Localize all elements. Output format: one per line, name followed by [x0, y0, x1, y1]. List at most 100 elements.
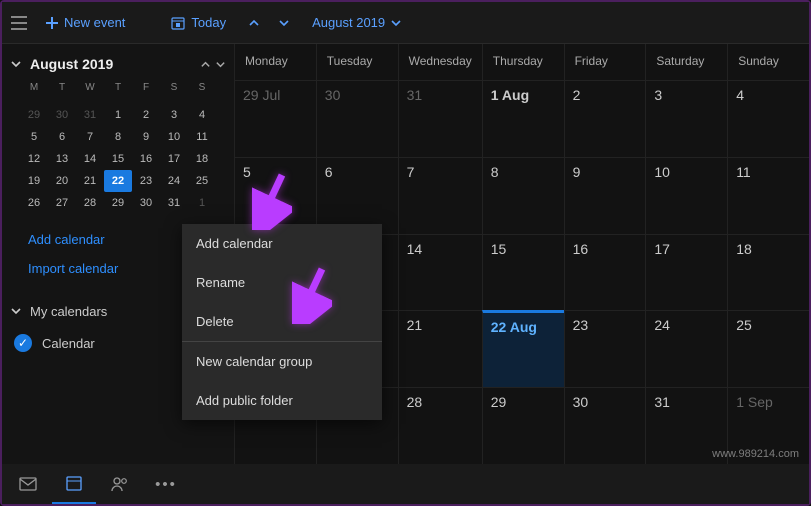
prev-button[interactable] [242, 11, 266, 35]
calendar-cell[interactable]: 25 [727, 310, 809, 387]
calendar-cell[interactable]: 8 [482, 157, 564, 234]
people-nav-button[interactable] [98, 464, 142, 504]
mini-day[interactable]: 16 [132, 148, 160, 170]
mini-day[interactable]: 11 [188, 126, 216, 148]
calendar-cell[interactable]: 15 [482, 234, 564, 311]
calendar-cell[interactable]: 22 Aug [482, 310, 564, 387]
calendar-cell[interactable]: 31 [645, 387, 727, 464]
mini-calendar[interactable]: MTWTFSS293031123456789101112131415161718… [10, 82, 226, 214]
annotation-arrow-1 [252, 170, 292, 230]
mini-prev-button[interactable] [200, 59, 211, 70]
calendar-cell[interactable]: 4 [727, 80, 809, 157]
calendar-cell[interactable]: 30 [564, 387, 646, 464]
mini-day[interactable]: 5 [20, 126, 48, 148]
chevron-down-icon[interactable] [10, 58, 22, 70]
day-header: Wednesday [398, 44, 482, 80]
new-event-button[interactable]: New event [36, 9, 135, 36]
mini-day[interactable]: 31 [160, 192, 188, 214]
mini-next-button[interactable] [215, 59, 226, 70]
calendar-cell[interactable]: 16 [564, 234, 646, 311]
calendar-cell[interactable]: 17 [645, 234, 727, 311]
plus-icon [46, 17, 58, 29]
mini-day[interactable]: 29 [104, 192, 132, 214]
mini-day[interactable]: 30 [48, 104, 76, 126]
calendar-cell[interactable]: 10 [645, 157, 727, 234]
calendar-name-label: Calendar [42, 336, 95, 351]
day-header: Monday [234, 44, 316, 80]
calendar-cell[interactable]: 14 [398, 234, 482, 311]
period-selector[interactable]: August 2019 [302, 9, 411, 36]
mini-day[interactable]: 30 [132, 192, 160, 214]
calendar-cell[interactable]: 29 [482, 387, 564, 464]
chevron-down-icon[interactable] [10, 305, 22, 317]
calendar-checked-icon[interactable]: ✓ [14, 334, 32, 352]
calendar-cell[interactable]: 2 [564, 80, 646, 157]
mini-day[interactable]: 18 [188, 148, 216, 170]
cm-add-public-folder[interactable]: Add public folder [182, 381, 382, 420]
period-label: August 2019 [312, 15, 385, 30]
mini-day[interactable]: 2 [132, 104, 160, 126]
more-nav-button[interactable]: ••• [144, 464, 188, 504]
next-button[interactable] [272, 11, 296, 35]
mini-day[interactable]: 3 [160, 104, 188, 126]
calendar-cell[interactable]: 24 [645, 310, 727, 387]
calendar-cell[interactable]: 28 [398, 387, 482, 464]
calendar-group-label[interactable]: My calendars [30, 304, 107, 319]
calendar-cell[interactable]: 7 [398, 157, 482, 234]
mini-day[interactable]: 6 [48, 126, 76, 148]
day-header: Friday [564, 44, 646, 80]
mini-day[interactable]: 23 [132, 170, 160, 192]
calendar-cell[interactable]: 9 [564, 157, 646, 234]
new-event-label: New event [64, 15, 125, 30]
calendar-cell[interactable]: 29 Jul [234, 80, 316, 157]
calendar-cell[interactable]: 1 Aug [482, 80, 564, 157]
calendar-cell[interactable]: 21 [398, 310, 482, 387]
calendar-cell[interactable]: 23 [564, 310, 646, 387]
mini-day[interactable]: 7 [76, 126, 104, 148]
calendar-cell[interactable]: 1 Sep [727, 387, 809, 464]
mini-day[interactable]: 26 [20, 192, 48, 214]
mini-day[interactable]: 31 [76, 104, 104, 126]
mini-day[interactable]: 20 [48, 170, 76, 192]
mini-dow-header: T [48, 82, 76, 104]
today-button[interactable]: Today [161, 9, 236, 36]
mini-day[interactable]: 12 [20, 148, 48, 170]
mini-day[interactable]: 9 [132, 126, 160, 148]
mini-day[interactable]: 17 [160, 148, 188, 170]
mini-day[interactable]: 19 [20, 170, 48, 192]
menu-icon[interactable] [8, 12, 30, 34]
chevron-down-icon [391, 18, 401, 28]
context-menu: Add calendar Rename Delete New calendar … [182, 224, 382, 420]
cm-rename[interactable]: Rename [182, 263, 382, 302]
mini-day[interactable]: 29 [20, 104, 48, 126]
mail-nav-button[interactable] [6, 464, 50, 504]
mini-day[interactable]: 14 [76, 148, 104, 170]
cm-new-group[interactable]: New calendar group [182, 342, 382, 381]
mini-day[interactable]: 1 [104, 104, 132, 126]
mini-day[interactable]: 15 [104, 148, 132, 170]
calendar-cell[interactable]: 18 [727, 234, 809, 311]
mini-day[interactable]: 22 [104, 170, 132, 192]
mini-day[interactable]: 8 [104, 126, 132, 148]
ellipsis-icon: ••• [155, 476, 177, 493]
calendar-cell[interactable]: 3 [645, 80, 727, 157]
calendar-cell[interactable]: 11 [727, 157, 809, 234]
mini-day[interactable]: 24 [160, 170, 188, 192]
mini-day[interactable]: 13 [48, 148, 76, 170]
mini-day[interactable]: 28 [76, 192, 104, 214]
mini-calendar-title: August 2019 [30, 56, 192, 72]
mini-day[interactable]: 10 [160, 126, 188, 148]
mini-day[interactable]: 4 [188, 104, 216, 126]
calendar-icon [66, 475, 82, 491]
calendar-cell[interactable]: 30 [316, 80, 398, 157]
cm-delete[interactable]: Delete [182, 302, 382, 341]
mini-day[interactable]: 1 [188, 192, 216, 214]
calendar-nav-button[interactable] [52, 464, 96, 504]
mini-day[interactable]: 21 [76, 170, 104, 192]
mini-day[interactable]: 25 [188, 170, 216, 192]
mini-day[interactable]: 27 [48, 192, 76, 214]
bottom-nav: ••• [2, 464, 809, 504]
calendar-cell[interactable]: 6 [316, 157, 398, 234]
calendar-cell[interactable]: 31 [398, 80, 482, 157]
mini-dow-header: T [104, 82, 132, 104]
